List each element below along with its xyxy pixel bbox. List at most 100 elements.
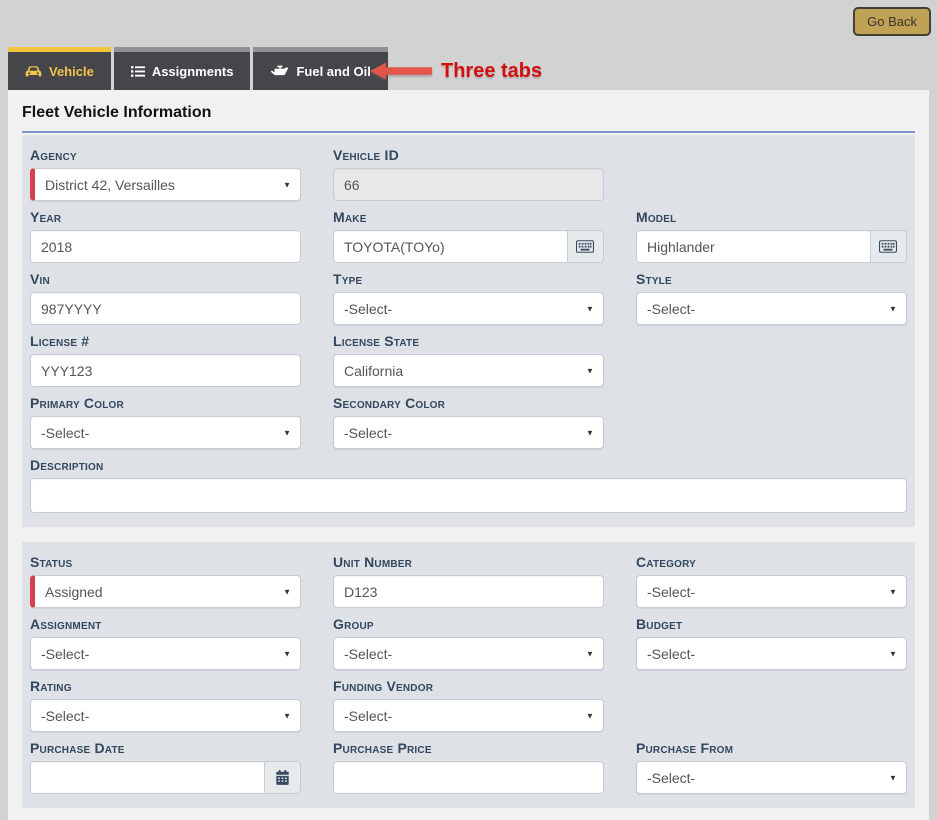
page-header: Go Back Vehicle Assignments	[0, 0, 937, 90]
field-status: Status Assigned ▼	[30, 554, 301, 608]
annotation-three-tabs: Three tabs	[370, 56, 542, 86]
select-value: -Select-	[344, 425, 392, 441]
vin-input[interactable]	[30, 292, 301, 325]
unit-number-input[interactable]	[333, 575, 604, 608]
empty-col	[636, 395, 907, 449]
field-vehicle-id: Vehicle ID	[333, 147, 604, 201]
purchase-date-label: Purchase Date	[30, 740, 301, 756]
group-select[interactable]: -Select- ▼	[333, 637, 604, 670]
field-make: Make	[333, 209, 604, 263]
chevron-down-icon: ▼	[889, 304, 897, 313]
tab-assignments[interactable]: Assignments	[114, 47, 251, 90]
select-value: -Select-	[647, 770, 695, 786]
group-label: Group	[333, 616, 604, 632]
primary-color-label: Primary Color	[30, 395, 301, 411]
chevron-down-icon: ▼	[586, 649, 594, 658]
status-label: Status	[30, 554, 301, 570]
chevron-down-icon: ▼	[283, 180, 291, 189]
tab-vehicle[interactable]: Vehicle	[8, 47, 111, 90]
page-title: Fleet Vehicle Information	[22, 104, 915, 133]
field-vin: Vin	[30, 271, 301, 325]
chevron-down-icon: ▼	[283, 649, 291, 658]
calendar-icon[interactable]	[265, 761, 301, 794]
purchase-from-select[interactable]: -Select- ▼	[636, 761, 907, 794]
style-select[interactable]: -Select- ▼	[636, 292, 907, 325]
empty-col	[636, 678, 907, 732]
select-value: California	[344, 363, 403, 379]
purchase-date-input[interactable]	[30, 761, 265, 794]
make-label: Make	[333, 209, 604, 225]
select-value: -Select-	[41, 425, 89, 441]
field-funding-vendor: Funding Vendor -Select- ▼	[333, 678, 604, 732]
secondary-color-select[interactable]: -Select- ▼	[333, 416, 604, 449]
style-label: Style	[636, 271, 907, 287]
description-input[interactable]	[30, 478, 907, 513]
unit-number-label: Unit Number	[333, 554, 604, 570]
year-input[interactable]	[30, 230, 301, 263]
chevron-down-icon: ▼	[586, 304, 594, 313]
select-value: -Select-	[344, 708, 392, 724]
keyboard-icon[interactable]	[568, 230, 604, 263]
agency-label: Agency	[30, 147, 301, 163]
select-value: -Select-	[647, 301, 695, 317]
vehicle-status-panel: Status Assigned ▼ Unit Number Category -…	[22, 542, 915, 808]
select-value: -Select-	[647, 584, 695, 600]
rating-select[interactable]: -Select- ▼	[30, 699, 301, 732]
select-value: District 42, Versailles	[45, 177, 175, 193]
field-type: Type -Select- ▼	[333, 271, 604, 325]
budget-select[interactable]: -Select- ▼	[636, 637, 907, 670]
field-license-number: License #	[30, 333, 301, 387]
empty-col	[636, 147, 907, 201]
field-primary-color: Primary Color -Select- ▼	[30, 395, 301, 449]
chevron-down-icon: ▼	[283, 587, 291, 596]
tab-label: Assignments	[152, 64, 234, 79]
assignment-select[interactable]: -Select- ▼	[30, 637, 301, 670]
primary-color-select[interactable]: -Select- ▼	[30, 416, 301, 449]
chevron-down-icon: ▼	[586, 428, 594, 437]
select-value: -Select-	[41, 708, 89, 724]
field-budget: Budget -Select- ▼	[636, 616, 907, 670]
license-number-input[interactable]	[30, 354, 301, 387]
go-back-button[interactable]: Go Back	[853, 7, 931, 36]
vin-label: Vin	[30, 271, 301, 287]
secondary-color-label: Secondary Color	[333, 395, 604, 411]
model-label: Model	[636, 209, 907, 225]
license-state-label: License State	[333, 333, 604, 349]
description-label: Description	[30, 457, 907, 473]
field-purchase-date: Purchase Date	[30, 740, 301, 794]
chevron-down-icon: ▼	[889, 587, 897, 596]
oil-can-icon	[270, 65, 289, 78]
annotation-text: Three tabs	[441, 60, 542, 83]
year-label: Year	[30, 209, 301, 225]
status-select[interactable]: Assigned ▼	[30, 575, 301, 608]
empty-col	[636, 333, 907, 387]
tab-bar: Vehicle Assignments Fuel and Oil	[8, 47, 388, 90]
purchase-price-input[interactable]	[333, 761, 604, 794]
license-state-select[interactable]: California ▼	[333, 354, 604, 387]
vehicle-id-input[interactable]	[333, 168, 604, 201]
field-rating: Rating -Select- ▼	[30, 678, 301, 732]
purchase-from-label: Purchase From	[636, 740, 907, 756]
field-agency: Agency District 42, Versailles ▼	[30, 147, 301, 201]
type-select[interactable]: -Select- ▼	[333, 292, 604, 325]
field-license-state: License State California ▼	[333, 333, 604, 387]
make-input[interactable]	[333, 230, 568, 263]
field-unit-number: Unit Number	[333, 554, 604, 608]
agency-select[interactable]: District 42, Versailles ▼	[30, 168, 301, 201]
tab-fuel-and-oil[interactable]: Fuel and Oil	[253, 47, 387, 90]
tab-label: Vehicle	[49, 64, 94, 79]
purchase-price-label: Purchase Price	[333, 740, 604, 756]
model-input[interactable]	[636, 230, 871, 263]
car-icon	[25, 65, 42, 78]
field-assignment: Assignment -Select- ▼	[30, 616, 301, 670]
funding-vendor-label: Funding Vendor	[333, 678, 604, 694]
select-value: -Select-	[344, 646, 392, 662]
budget-label: Budget	[636, 616, 907, 632]
left-arrow-icon	[370, 62, 432, 80]
chevron-down-icon: ▼	[889, 773, 897, 782]
list-icon	[131, 65, 145, 78]
keyboard-icon[interactable]	[871, 230, 907, 263]
category-select[interactable]: -Select- ▼	[636, 575, 907, 608]
funding-vendor-select[interactable]: -Select- ▼	[333, 699, 604, 732]
field-style: Style -Select- ▼	[636, 271, 907, 325]
